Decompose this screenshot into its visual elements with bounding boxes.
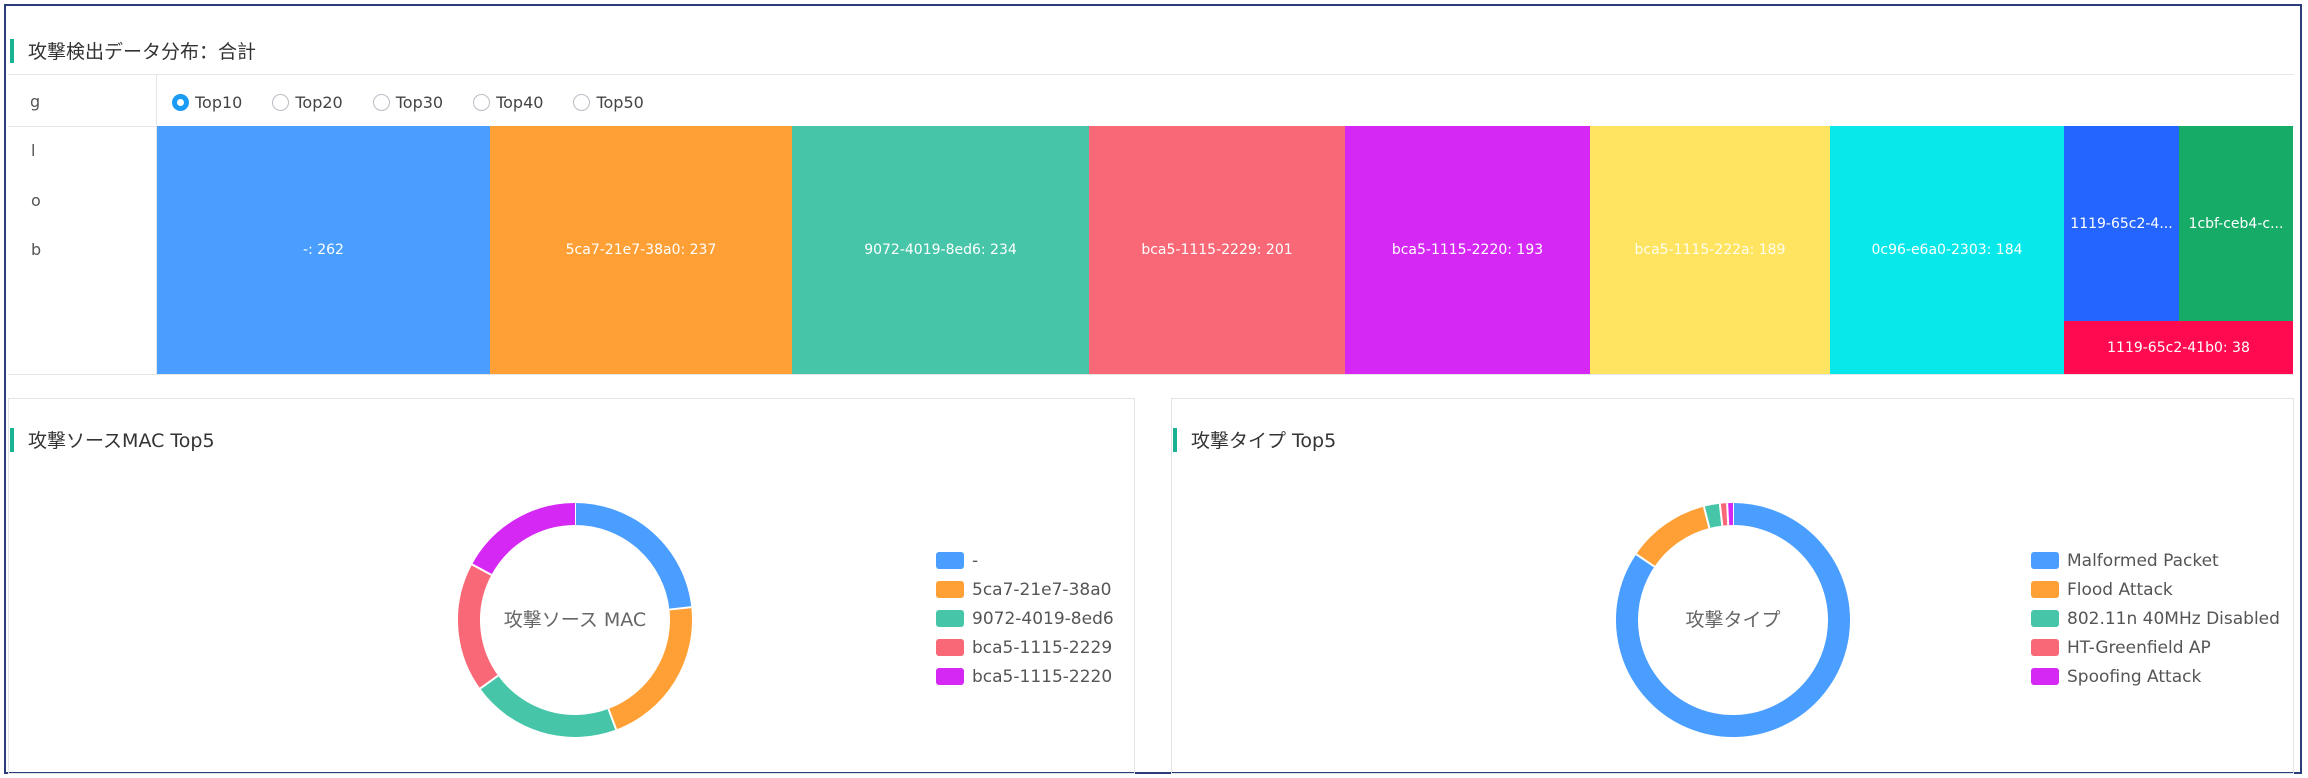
radio-label: Top10 <box>195 92 243 112</box>
divider <box>8 74 2294 75</box>
mac-panel-title: 攻撃ソースMAC Top5 <box>10 426 215 453</box>
title-accent <box>10 427 14 452</box>
treemap-cell-label: 1119-65c2-4... <box>2070 215 2173 232</box>
radio-top20[interactable]: Top20 <box>272 92 343 112</box>
radio-label: Top50 <box>596 92 644 112</box>
treemap-cell-label: -: 262 <box>303 242 344 258</box>
treemap-cell[interactable]: 0c96-e6a0-2303: 184 <box>1830 126 2064 374</box>
top-section-title: 攻撃検出データ分布：合計 <box>10 37 256 64</box>
treemap-cell[interactable]: 1119-65c2-41b0: 38 <box>2064 321 2293 374</box>
legend-item[interactable]: 9072-4019-8ed6 <box>936 604 1114 633</box>
radio-top50[interactable]: Top50 <box>573 92 644 112</box>
axis-letter: g <box>30 92 41 111</box>
treemap-cell-label: 0c96-e6a0-2303: 184 <box>1871 242 2023 258</box>
radio-top10[interactable]: Top10 <box>172 93 242 112</box>
treemap-cell-label: 9072-4019-8ed6: 234 <box>864 242 1017 258</box>
legend-label: Flood Attack <box>2067 579 2173 600</box>
legend-swatch <box>2031 668 2059 685</box>
top-title-text: 攻撃検出データ分布：合計 <box>28 41 257 63</box>
type-legend: Malformed Packet Flood Attack 802.11n 40… <box>2031 546 2280 691</box>
legend-label: bca5-1115-2229 <box>972 637 1113 658</box>
legend-swatch <box>936 639 964 656</box>
legend-swatch <box>936 668 964 685</box>
mac-legend: - 5ca7-21e7-38a0 9072-4019-8ed6 bca5-111… <box>936 546 1114 691</box>
divider <box>8 374 2294 375</box>
legend-label: 5ca7-21e7-38a0 <box>972 579 1112 600</box>
legend-swatch <box>936 552 964 569</box>
donut-slice[interactable] <box>480 675 617 737</box>
axis-letter: b <box>31 240 42 259</box>
donut-slice[interactable] <box>472 503 576 576</box>
legend-item[interactable]: Spoofing Attack <box>2031 662 2280 691</box>
legend-label: Spoofing Attack <box>2067 666 2202 687</box>
legend-item[interactable]: 802.11n 40MHz Disabled <box>2031 604 2280 633</box>
treemap-cell[interactable]: 1119-65c2-4... <box>2064 126 2179 321</box>
legend-item[interactable]: HT-Greenfield AP <box>2031 633 2280 662</box>
donut-slice-separator <box>1726 503 1730 526</box>
legend-label: HT-Greenfield AP <box>2067 637 2211 658</box>
radio-unchecked-icon <box>473 93 491 111</box>
legend-label: 9072-4019-8ed6 <box>972 608 1114 629</box>
treemap-cell[interactable]: bca5-1115-2220: 193 <box>1345 126 1590 374</box>
legend-item[interactable]: Flood Attack <box>2031 575 2280 604</box>
legend-swatch <box>936 610 964 627</box>
radio-checked-icon <box>172 93 189 111</box>
treemap-cell-label: 1119-65c2-41b0: 38 <box>2107 339 2250 356</box>
legend-item[interactable]: bca5-1115-2220 <box>936 662 1114 691</box>
mac-panel-title-text: 攻撃ソースMAC Top5 <box>28 430 215 452</box>
attack-treemap: -: 262 5ca7-21e7-38a0: 237 9072-4019-8ed… <box>157 126 2293 374</box>
treemap-cell[interactable]: 1cbf-ceb4-c... <box>2179 126 2293 321</box>
legend-swatch <box>936 581 964 598</box>
radio-unchecked-icon <box>272 93 290 111</box>
legend-item[interactable]: 5ca7-21e7-38a0 <box>936 575 1114 604</box>
treemap-cell-label: 5ca7-21e7-38a0: 237 <box>565 242 717 258</box>
legend-swatch <box>2031 610 2059 627</box>
treemap-cell-label: bca5-1115-2220: 193 <box>1391 242 1544 258</box>
treemap-cell[interactable]: 9072-4019-8ed6: 234 <box>792 126 1089 374</box>
legend-item[interactable]: Malformed Packet <box>2031 546 2280 575</box>
treemap-cell-label: bca5-1115-222a: 189 <box>1634 242 1786 258</box>
legend-label: - <box>972 550 979 571</box>
legend-item[interactable]: bca5-1115-2229 <box>936 633 1114 662</box>
donut-slice[interactable] <box>1636 506 1710 567</box>
treemap-cell[interactable]: bca5-1115-222a: 189 <box>1590 126 1830 374</box>
radio-unchecked-icon <box>372 93 390 111</box>
treemap-cell-label: bca5-1115-2229: 201 <box>1141 242 1293 258</box>
treemap-cell[interactable]: bca5-1115-2229: 201 <box>1089 126 1345 374</box>
radio-label: Top40 <box>496 92 544 112</box>
title-accent <box>10 38 14 63</box>
legend-item[interactable]: - <box>936 546 1114 575</box>
legend-label: 802.11n 40MHz Disabled <box>2067 608 2280 629</box>
title-accent <box>1173 427 1177 452</box>
legend-swatch <box>2031 581 2059 598</box>
top-n-radio-group: Top10 Top20 Top30 Top40 Top50 <box>172 90 674 114</box>
legend-label: bca5-1115-2220 <box>972 666 1113 687</box>
legend-swatch <box>2031 639 2059 656</box>
radio-label: Top20 <box>295 92 343 112</box>
radio-top30[interactable]: Top30 <box>372 92 444 112</box>
donut-slice[interactable] <box>574 503 692 610</box>
radio-top40[interactable]: Top40 <box>473 93 543 112</box>
radio-unchecked-icon <box>573 93 591 111</box>
type-panel-title-text: 攻撃タイプ Top5 <box>1191 430 1337 452</box>
legend-swatch <box>2031 552 2059 569</box>
treemap-cell[interactable]: -: 262 <box>157 126 490 374</box>
radio-label: Top30 <box>395 92 444 112</box>
treemap-cell[interactable]: 5ca7-21e7-38a0: 237 <box>490 126 792 374</box>
axis-letter: l <box>31 141 36 160</box>
type-panel-title: 攻撃タイプ Top5 <box>1173 426 1336 453</box>
legend-label: Malformed Packet <box>2067 550 2219 571</box>
axis-letter: o <box>31 191 41 210</box>
treemap-cell-label: 1cbf-ceb4-c... <box>2188 215 2284 232</box>
mac-donut-center-label: 攻撃ソース MAC <box>503 609 647 631</box>
donut-slice[interactable] <box>1703 503 1723 529</box>
type-donut-center-label: 攻撃タイプ <box>1685 609 1781 631</box>
